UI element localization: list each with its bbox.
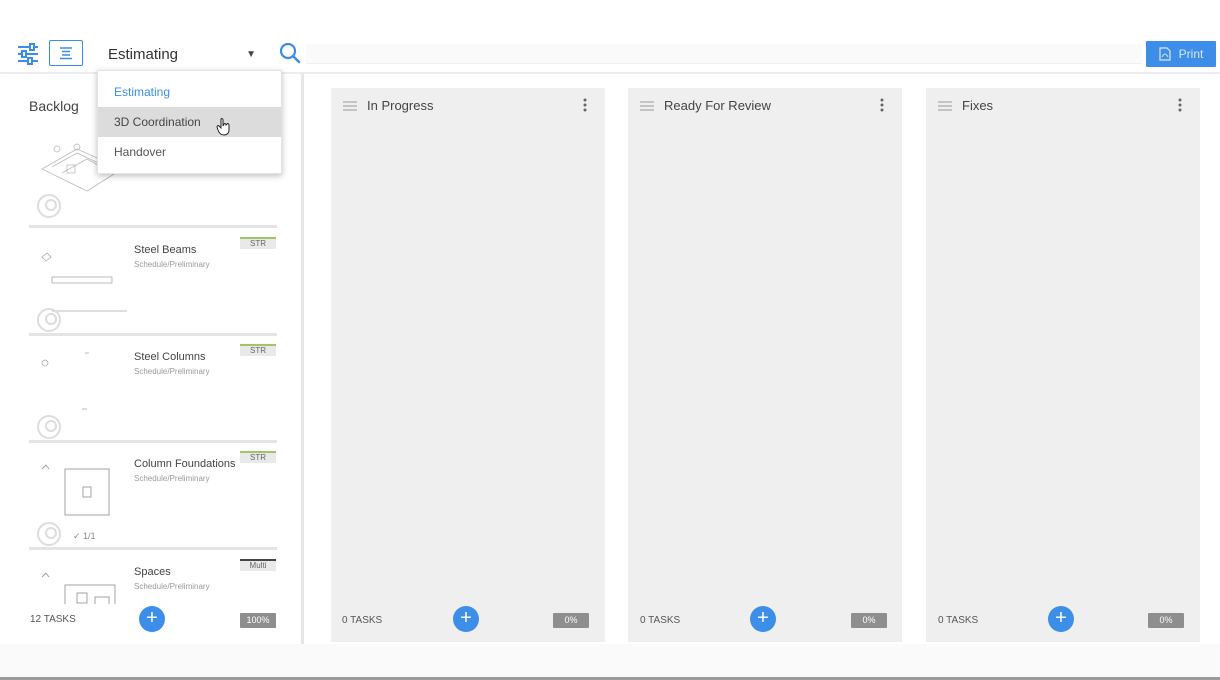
card-tag: STR xyxy=(240,237,276,249)
more-vert-icon[interactable] xyxy=(1178,98,1182,112)
filter-button[interactable] xyxy=(12,40,44,68)
column-percent: 0% xyxy=(553,613,589,628)
card-tag: Multi xyxy=(240,559,276,571)
card-subtitle: Schedule/Preliminary xyxy=(134,582,210,591)
avatar-icon xyxy=(37,194,61,218)
column-in-progress[interactable]: In Progress 0 TASKS + 0% xyxy=(331,88,605,642)
column-title: Ready For Review xyxy=(664,98,771,113)
card-thumbnail xyxy=(41,352,89,410)
column-header: Ready For Review xyxy=(640,98,771,113)
backlog-card[interactable]: Spaces Schedule/Preliminary Multi xyxy=(29,554,277,604)
backlog-card[interactable]: Column Foundations Schedule/Preliminary … xyxy=(29,446,277,550)
add-icon: + xyxy=(757,607,769,629)
list-view-button[interactable] xyxy=(49,40,83,66)
pdf-icon xyxy=(1159,47,1171,61)
board-select[interactable]: Estimating ▼ xyxy=(108,44,256,64)
add-task-button[interactable]: + xyxy=(453,606,479,632)
backlog-task-count: 12 TASKS xyxy=(30,614,76,625)
column-header: Fixes xyxy=(938,98,993,113)
bottom-area xyxy=(0,644,1220,677)
column-title: Fixes xyxy=(962,98,994,113)
add-task-button[interactable]: + xyxy=(1048,606,1074,632)
add-icon: + xyxy=(460,607,472,629)
drag-handle-icon[interactable] xyxy=(938,101,952,111)
add-task-button[interactable]: + xyxy=(139,606,165,632)
card-title: Column Foundations xyxy=(134,458,236,470)
backlog-card[interactable]: Steel Columns Schedule/Preliminary STR xyxy=(29,339,277,443)
column-task-count: 0 TASKS xyxy=(938,615,979,626)
avatar-icon xyxy=(37,415,61,439)
avatar-icon xyxy=(37,308,61,332)
print-button[interactable]: Print xyxy=(1146,41,1216,67)
card-subtitle: Schedule/Preliminary xyxy=(134,474,210,483)
card-thumbnail xyxy=(41,572,116,604)
card-title: Spaces xyxy=(134,566,171,578)
search-input[interactable] xyxy=(306,44,1142,64)
board-dropdown-menu: Estimating 3D Coordination Handover xyxy=(97,70,282,174)
drag-handle-icon[interactable] xyxy=(343,101,357,111)
card-title: Steel Columns xyxy=(134,351,206,363)
more-vert-icon[interactable] xyxy=(880,98,884,112)
avatar-icon xyxy=(37,522,61,546)
card-thumbnail xyxy=(41,464,110,516)
backlog-card-list[interactable]: Steel Beams Schedule/Preliminary STR Ste… xyxy=(29,124,277,604)
panel-separator xyxy=(301,74,304,644)
column-percent: 0% xyxy=(851,613,887,628)
card-tag: STR xyxy=(240,344,276,356)
more-vert-icon[interactable] xyxy=(583,98,587,112)
checklist-value: 1/1 xyxy=(83,531,96,541)
card-title: Steel Beams xyxy=(134,244,197,256)
chevron-down-icon: ▼ xyxy=(246,48,256,60)
search-icon xyxy=(279,42,301,64)
board-select-value: Estimating xyxy=(108,45,179,63)
checklist-count: ✓ 1/1 xyxy=(73,531,96,541)
column-ready-for-review[interactable]: Ready For Review 0 TASKS + 0% xyxy=(628,88,902,642)
drag-handle-icon[interactable] xyxy=(640,101,654,111)
list-view-icon xyxy=(60,47,72,60)
card-subtitle: Schedule/Preliminary xyxy=(134,367,210,376)
search-button[interactable] xyxy=(279,42,301,69)
column-header: In Progress xyxy=(343,98,433,113)
card-thumbnail xyxy=(41,252,127,312)
column-fixes[interactable]: Fixes 0 TASKS + 0% xyxy=(926,88,1200,642)
print-label: Print xyxy=(1178,47,1204,61)
add-task-button[interactable]: + xyxy=(750,606,776,632)
column-percent: 0% xyxy=(1148,613,1184,628)
dropdown-option-handover[interactable]: Handover xyxy=(98,137,281,167)
card-subtitle: Schedule/Preliminary xyxy=(134,260,210,269)
hand-cursor-icon xyxy=(216,118,230,136)
column-task-count: 0 TASKS xyxy=(342,615,383,626)
dropdown-option-estimating[interactable]: Estimating xyxy=(98,77,281,107)
add-icon: + xyxy=(1055,607,1067,629)
backlog-title: Backlog xyxy=(29,98,79,114)
add-icon: + xyxy=(146,607,158,629)
column-task-count: 0 TASKS xyxy=(640,615,681,626)
dropdown-option-3d-coordination[interactable]: 3D Coordination xyxy=(98,107,281,137)
backlog-card[interactable]: Steel Beams Schedule/Preliminary STR xyxy=(29,232,277,336)
filter-icon xyxy=(18,43,38,65)
backlog-percent: 100% xyxy=(240,613,276,628)
column-title: In Progress xyxy=(367,98,434,113)
card-tag: STR xyxy=(240,451,276,463)
